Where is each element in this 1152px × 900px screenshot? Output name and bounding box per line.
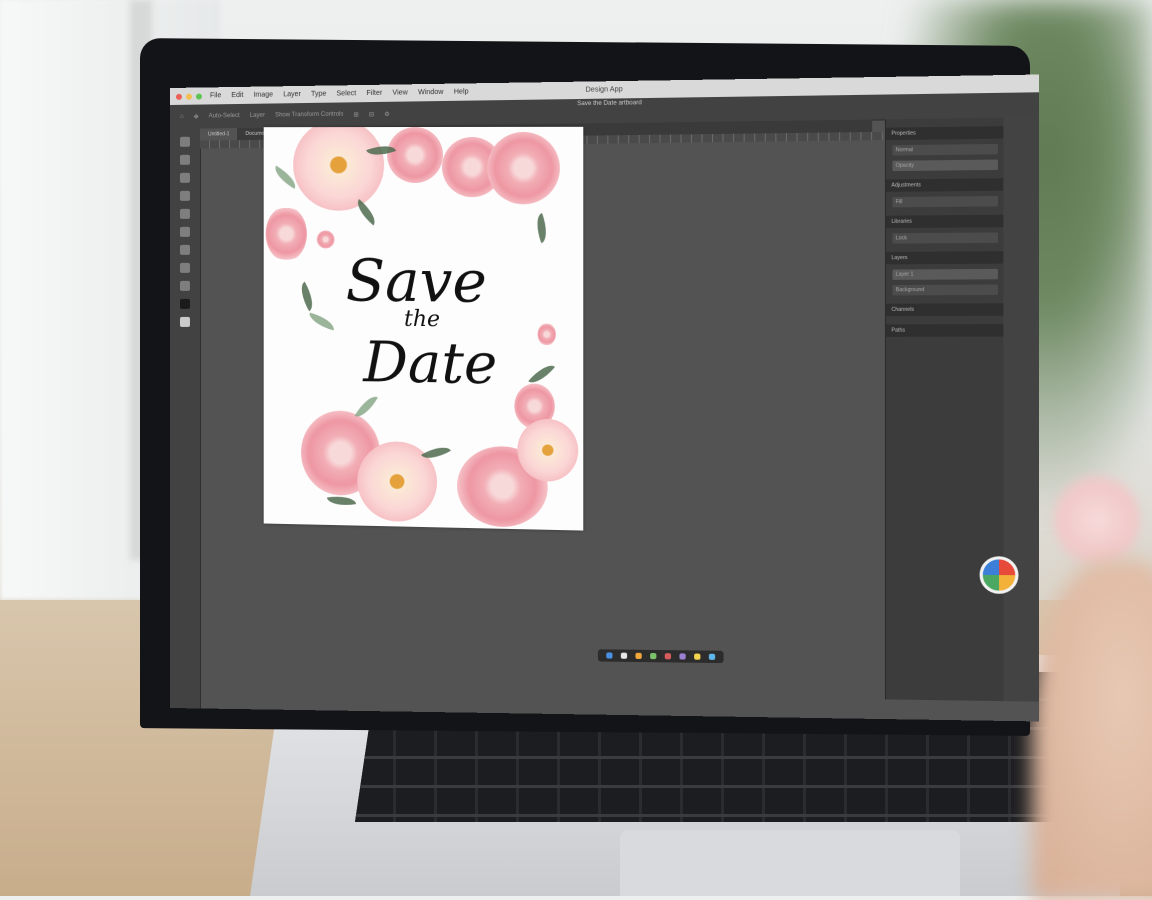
- save-the-date-artboard[interactable]: Save the Date: [263, 126, 584, 531]
- zoom-button[interactable]: [195, 93, 202, 100]
- headline-date[interactable]: Date: [272, 329, 584, 398]
- crop-icon[interactable]: [179, 190, 190, 201]
- settings-icon[interactable]: ⚙: [384, 110, 389, 117]
- dock-app-icon[interactable]: [620, 652, 628, 659]
- app-title: Design App: [585, 86, 623, 94]
- distribute-icon[interactable]: ⊟: [369, 111, 374, 118]
- panel-header-properties[interactable]: Properties: [886, 126, 1005, 141]
- menu-view[interactable]: View: [392, 89, 407, 96]
- dock-app-icon[interactable]: [664, 653, 672, 660]
- marquee-icon[interactable]: [179, 154, 190, 165]
- option-auto-select[interactable]: Auto-Select: [209, 113, 240, 119]
- zoom-icon[interactable]: [179, 280, 190, 291]
- flower-illustration: [293, 126, 385, 211]
- tools-panel: [170, 128, 201, 722]
- document-title: Save the Date artboard: [577, 100, 642, 108]
- panel-header-libraries[interactable]: Libraries: [886, 214, 1005, 229]
- panel-header-adjustments[interactable]: Adjustments: [886, 178, 1005, 192]
- dock-app-icon[interactable]: [679, 653, 686, 660]
- align-icon[interactable]: ⊞: [354, 111, 359, 118]
- text-icon[interactable]: [179, 244, 190, 255]
- tab-untitled[interactable]: Untitled-1: [199, 128, 238, 141]
- home-icon[interactable]: ⌂: [180, 114, 184, 120]
- properties-panel: Properties Normal Opacity Adjustments Fi…: [884, 117, 1005, 702]
- menu-file[interactable]: File: [210, 92, 221, 99]
- menu-window[interactable]: Window: [418, 89, 443, 96]
- panel-header-layers[interactable]: Layers: [886, 251, 1005, 265]
- menu-layer[interactable]: Layer: [283, 91, 301, 98]
- menu-select[interactable]: Select: [336, 90, 356, 97]
- panel-icon-strip: [1003, 117, 1040, 702]
- panel-row-lock[interactable]: Lock: [892, 232, 998, 244]
- hand-icon[interactable]: [179, 262, 190, 273]
- laptop-trackpad: [620, 830, 960, 896]
- menu-filter[interactable]: Filter: [366, 90, 382, 97]
- leaf-illustration: [326, 493, 357, 509]
- panel-header-paths[interactable]: Paths: [886, 324, 1005, 337]
- lasso-icon[interactable]: [179, 172, 190, 183]
- close-button[interactable]: [175, 93, 182, 100]
- panel-row-fill[interactable]: Fill: [892, 195, 998, 208]
- dock-app-icon[interactable]: [635, 652, 642, 660]
- brush-icon[interactable]: [179, 208, 190, 219]
- move-icon[interactable]: [179, 136, 190, 147]
- move-icon[interactable]: ✥: [194, 113, 199, 120]
- panel-row-normal[interactable]: Normal: [892, 143, 998, 156]
- eraser-icon[interactable]: [179, 226, 190, 237]
- option-layer[interactable]: Layer: [250, 113, 265, 119]
- flower-illustration: [487, 131, 560, 205]
- panel-row-background[interactable]: Background: [892, 284, 998, 296]
- dock-app-icon[interactable]: [694, 653, 701, 660]
- panel-row-layer-1[interactable]: Layer 1: [892, 268, 998, 280]
- dock-app-icon[interactable]: [650, 652, 657, 660]
- menu-help[interactable]: Help: [454, 88, 469, 95]
- panel-header-channels[interactable]: Channels: [886, 303, 1005, 317]
- menu-image[interactable]: Image: [253, 91, 273, 98]
- menu-edit[interactable]: Edit: [231, 92, 243, 99]
- foreground-color-icon[interactable]: [179, 298, 190, 309]
- dock-app-icon[interactable]: [606, 652, 613, 659]
- leaf-illustration: [531, 212, 552, 244]
- dock-app-icon[interactable]: [708, 653, 716, 660]
- window-controls: [175, 93, 202, 100]
- background-color-icon[interactable]: [179, 316, 190, 327]
- flower-illustration: [517, 418, 579, 483]
- background-flower: [1052, 470, 1142, 570]
- flower-illustration: [387, 126, 443, 184]
- minimize-button[interactable]: [185, 93, 192, 100]
- dock: [597, 649, 724, 664]
- option-transform-controls[interactable]: Show Transform Controls: [275, 112, 343, 119]
- panel-row-opacity[interactable]: Opacity: [892, 159, 998, 172]
- creative-cloud-icon[interactable]: [979, 556, 1019, 594]
- menu-type[interactable]: Type: [311, 91, 326, 98]
